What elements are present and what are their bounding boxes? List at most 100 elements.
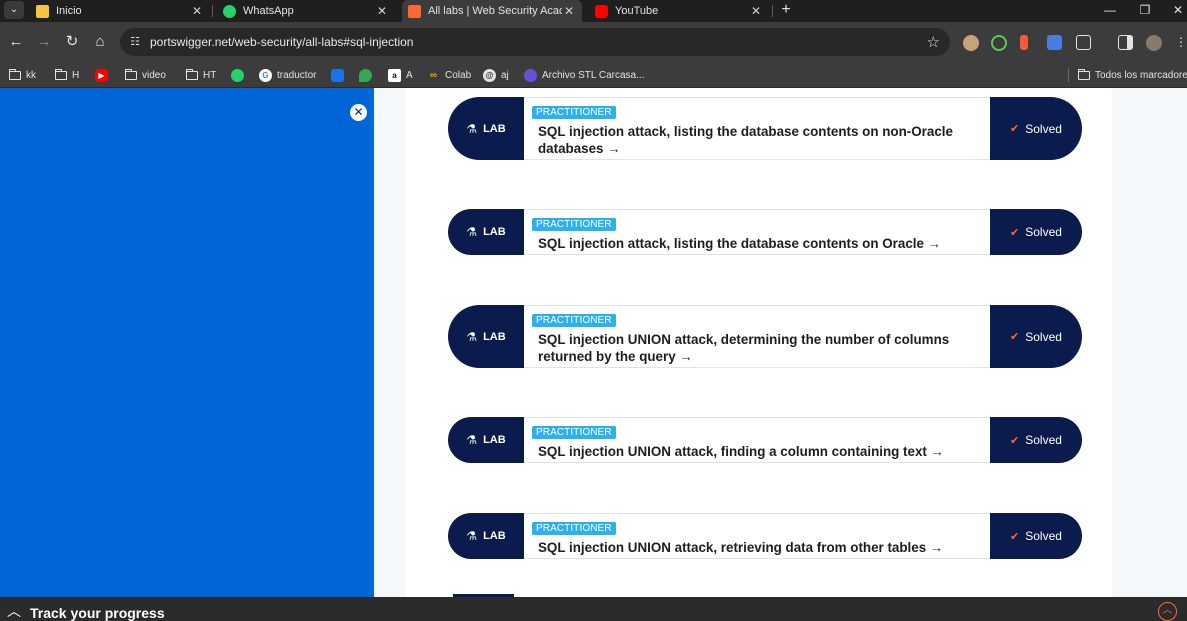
flask-icon: ⚗ [466, 329, 478, 344]
bookmark-maps[interactable] [359, 67, 377, 83]
lab-tag-label: LAB [483, 434, 506, 446]
lab-body: PRACTITIONER SQL injection UNION attack,… [524, 513, 990, 559]
bookmark-aj[interactable]: @ aj [483, 67, 509, 83]
bookmark-ht[interactable]: HT [186, 67, 216, 83]
lab-status: ✔ Solved [990, 305, 1082, 368]
lab-card[interactable]: ⚗ LAB PRACTITIONER SQL injection UNION at… [448, 305, 1082, 368]
tab-search-chevron-icon[interactable]: ⌄ [4, 1, 24, 19]
translate-extension-icon[interactable] [1047, 35, 1062, 50]
all-bookmarks[interactable]: Todos los marcadores [1068, 67, 1187, 83]
bookmark-label: video [142, 69, 166, 81]
bookmark-h[interactable]: H [55, 67, 79, 83]
track-progress-bar[interactable]: ︿ Track your progress ︿ [0, 597, 1187, 621]
flask-icon: ⚗ [466, 121, 478, 136]
bookmark-star-icon[interactable]: ☆ [927, 33, 940, 51]
address-bar[interactable]: ☷ portswigger.net/web-security/all-labs#… [120, 28, 950, 56]
track-progress-label[interactable]: Track your progress [30, 605, 165, 621]
profile-avatar[interactable] [1146, 35, 1162, 51]
lab-title-link[interactable]: SQL injection attack, listing the databa… [538, 123, 980, 157]
profile-extension-icon[interactable] [963, 35, 979, 51]
google-icon: G [259, 68, 272, 82]
flask-icon: ⚗ [466, 225, 478, 239]
level-badge: PRACTITIONER [532, 522, 616, 535]
close-sidebar-icon[interactable]: ✕ [350, 104, 367, 121]
forward-icon[interactable]: → [35, 33, 53, 51]
whatsapp-favicon-icon [223, 4, 236, 18]
lab-card[interactable]: ⚗ LAB PRACTITIONER SQL injection attack, … [448, 97, 1082, 160]
lab-tag: ⚗ LAB [448, 209, 524, 255]
reload-icon[interactable]: ↻ [63, 33, 81, 51]
bus-icon [331, 68, 344, 82]
back-icon[interactable]: ← [7, 33, 25, 51]
lab-tag-label: LAB [483, 330, 506, 343]
bookmark-stl[interactable]: Archivo STL Carcasa... [524, 67, 644, 83]
level-badge: PRACTITIONER [532, 106, 616, 119]
extensions-puzzle-icon[interactable] [1076, 35, 1091, 50]
lab-title-link[interactable]: SQL injection UNION attack, determining … [538, 331, 980, 365]
lab-tag-label: LAB [483, 530, 506, 542]
bookmark-whatsapp[interactable] [231, 67, 249, 83]
bookmark-youtube[interactable]: ▶ [95, 67, 113, 83]
lab-title-link[interactable]: SQL injection UNION attack, finding a co… [538, 443, 980, 460]
tab-close-icon[interactable]: ✕ [749, 1, 763, 21]
tab-whatsapp[interactable]: WhatsApp ✕ [217, 0, 395, 22]
folder-icon [1078, 68, 1090, 80]
status-label: Solved [1025, 121, 1062, 136]
youtube-favicon-icon [595, 4, 608, 18]
bookmark-kk[interactable]: kk [9, 67, 36, 83]
lab-card[interactable]: ⚗ LAB PRACTITIONER SQL injection UNION at… [448, 513, 1082, 559]
restore-icon[interactable]: ❐ [1130, 0, 1160, 20]
bookmark-label: HT [203, 69, 217, 81]
browser-menu-icon[interactable]: ⋮ [1172, 33, 1187, 51]
chevron-up-icon[interactable]: ︿ [7, 601, 21, 621]
level-badge: PRACTITIONER [532, 426, 616, 439]
lab-tag-label: LAB [483, 226, 506, 238]
bookmark-video[interactable]: video [125, 67, 166, 83]
new-tab-button[interactable]: + [778, 0, 794, 20]
check-icon: ✔ [1010, 226, 1020, 239]
lab-card[interactable]: ⚗ LAB PRACTITIONER SQL injection UNION at… [448, 417, 1082, 463]
inicio-favicon-icon [36, 4, 49, 18]
bookmarks-bar: kk H ▶ video HT Gtraductor aA ∞ Colab @ aj… [0, 62, 1187, 88]
side-panel-icon[interactable] [1118, 35, 1133, 50]
lab-body: PRACTITIONER SQL injection UNION attack,… [524, 417, 990, 463]
whatsapp-icon [231, 68, 244, 82]
site-info-icon[interactable]: ☷ [128, 35, 142, 49]
check-icon: ✔ [1010, 331, 1020, 343]
portswigger-extension-icon[interactable] [1020, 35, 1028, 50]
level-badge: PRACTITIONER [532, 218, 616, 231]
lab-card[interactable]: ⚗ LAB PRACTITIONER SQL injection attack, … [448, 209, 1082, 255]
tab-title: Inicio [56, 5, 82, 17]
tab-all-labs[interactable]: All labs | Web Security Academy ✕ [402, 0, 582, 22]
status-label: Solved [1025, 329, 1062, 344]
lab-tag: ⚗ LAB [448, 97, 524, 160]
tab-separator [772, 5, 773, 17]
timer-extension-icon[interactable] [991, 35, 1007, 51]
sidebar-panel: ✕ [0, 88, 374, 597]
check-icon: ✔ [1010, 530, 1020, 543]
url-text[interactable]: portswigger.net/web-security/all-labs#sq… [150, 35, 413, 49]
bookmark-colab[interactable]: ∞ Colab [427, 67, 471, 83]
tab-youtube[interactable]: YouTube ✕ [589, 0, 769, 22]
status-label: Solved [1025, 225, 1062, 239]
tab-close-icon[interactable]: ✕ [190, 1, 204, 21]
lab-title-link[interactable]: SQL injection UNION attack, retrieving d… [538, 539, 980, 556]
tab-close-icon[interactable]: ✕ [375, 1, 389, 21]
lab-body: PRACTITIONER SQL injection attack, listi… [524, 209, 990, 255]
minimize-icon[interactable]: — [1095, 0, 1125, 20]
bookmark-label: traductor [277, 69, 317, 81]
tab-inicio[interactable]: Inicio ✕ [30, 0, 210, 22]
level-badge: PRACTITIONER [532, 314, 616, 327]
bookmark-amazon[interactable]: aA [388, 67, 413, 83]
tab-close-icon[interactable]: ✕ [562, 1, 576, 21]
lab-tag-label: LAB [483, 122, 506, 135]
stl-icon [524, 68, 537, 82]
scroll-to-top-icon[interactable]: ︿ [1158, 602, 1177, 621]
home-icon[interactable]: ⌂ [91, 33, 109, 51]
close-window-icon[interactable]: ✕ [1163, 0, 1187, 20]
bookmark-bus[interactable] [331, 67, 349, 83]
bookmark-traductor[interactable]: Gtraductor [259, 67, 316, 83]
lab-title-link[interactable]: SQL injection attack, listing the databa… [538, 235, 980, 252]
lab-tag: ⚗ LAB [448, 305, 524, 368]
bookmark-label: Archivo STL Carcasa... [542, 69, 645, 81]
